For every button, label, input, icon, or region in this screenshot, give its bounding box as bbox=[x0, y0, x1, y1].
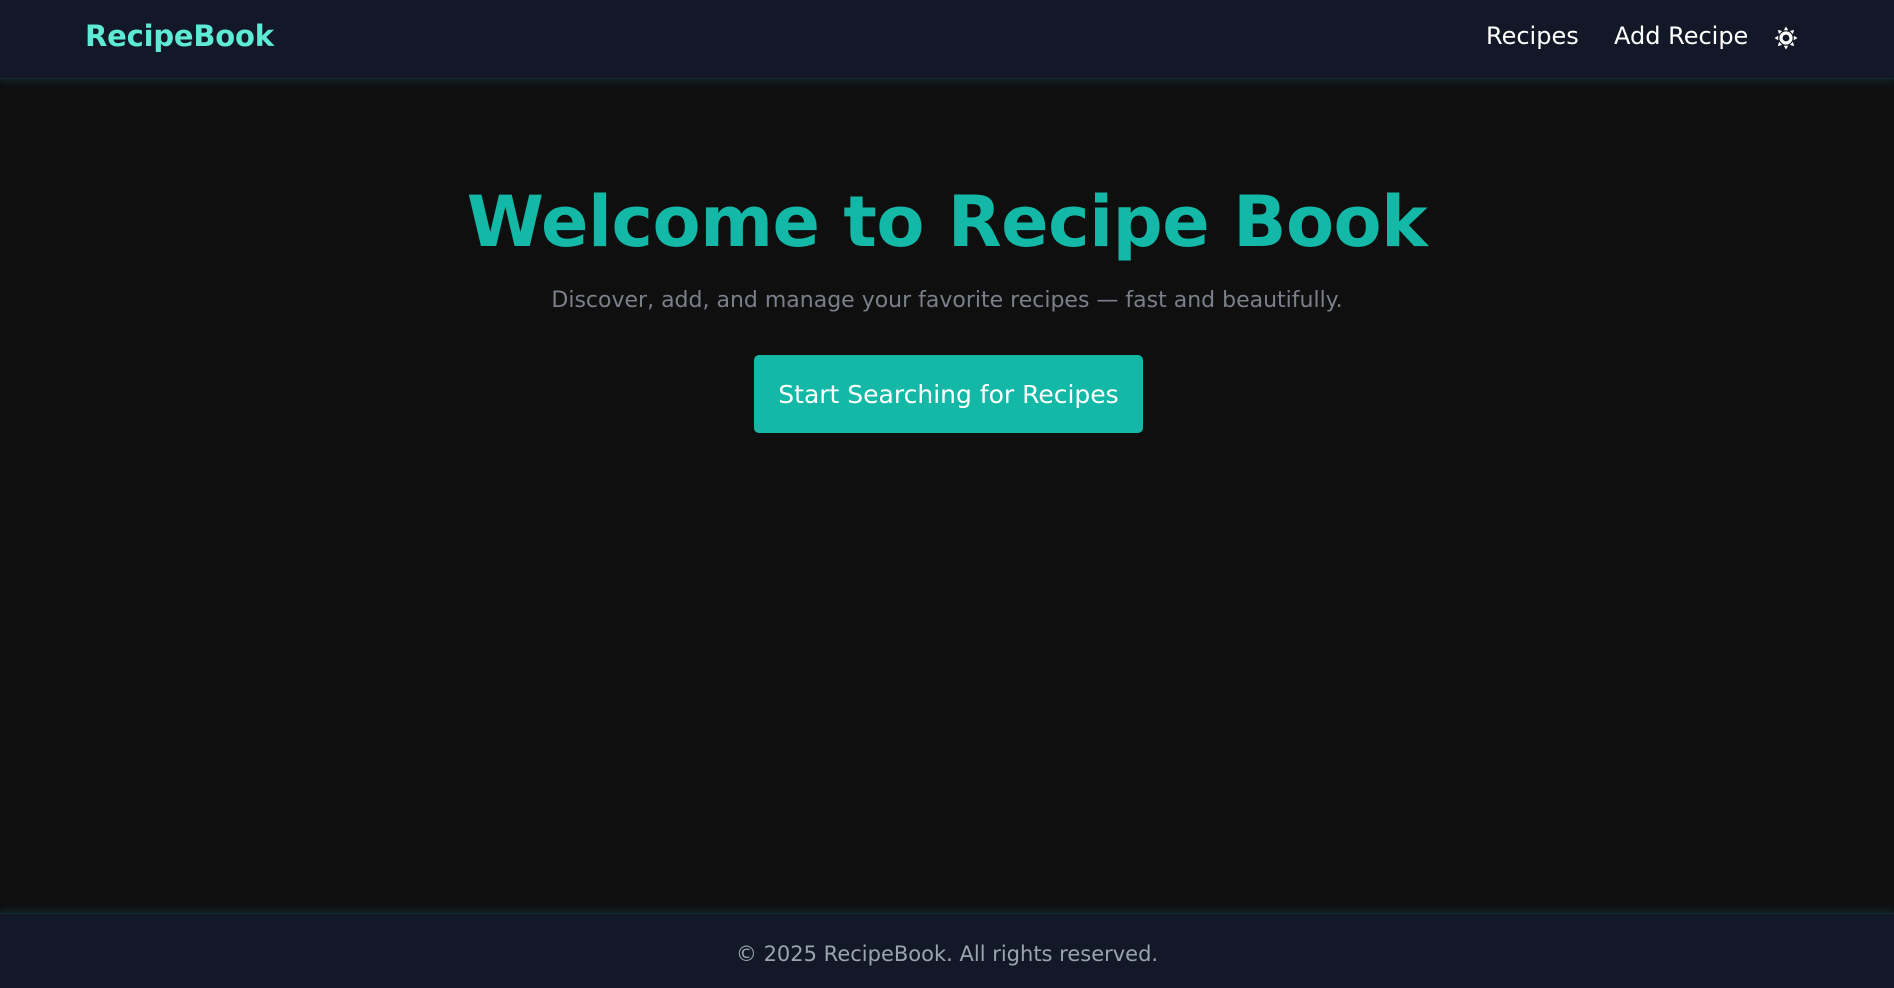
footer: © 2025 RecipeBook. All rights reserved. bbox=[0, 913, 1894, 988]
nav-link-recipes[interactable]: Recipes bbox=[1486, 22, 1579, 50]
sun-icon bbox=[1774, 26, 1798, 50]
navbar: RecipeBook Recipes Add Recipe bbox=[0, 0, 1894, 79]
hero-subtitle: Discover, add, and manage your favorite … bbox=[551, 288, 1343, 313]
brand-logo-link[interactable]: RecipeBook bbox=[85, 19, 274, 53]
page: RecipeBook Recipes Add Recipe Welcome to… bbox=[0, 0, 1894, 988]
hero-title: Welcome to Recipe Book bbox=[466, 181, 1428, 263]
start-searching-button[interactable]: Start Searching for Recipes bbox=[754, 355, 1143, 433]
theme-toggle-button[interactable] bbox=[1771, 23, 1801, 53]
footer-copyright: © 2025 RecipeBook. All rights reserved. bbox=[735, 942, 1159, 966]
nav-link-add-recipe[interactable]: Add Recipe bbox=[1614, 22, 1748, 50]
hero-section: Welcome to Recipe Book Discover, add, an… bbox=[0, 79, 1894, 913]
